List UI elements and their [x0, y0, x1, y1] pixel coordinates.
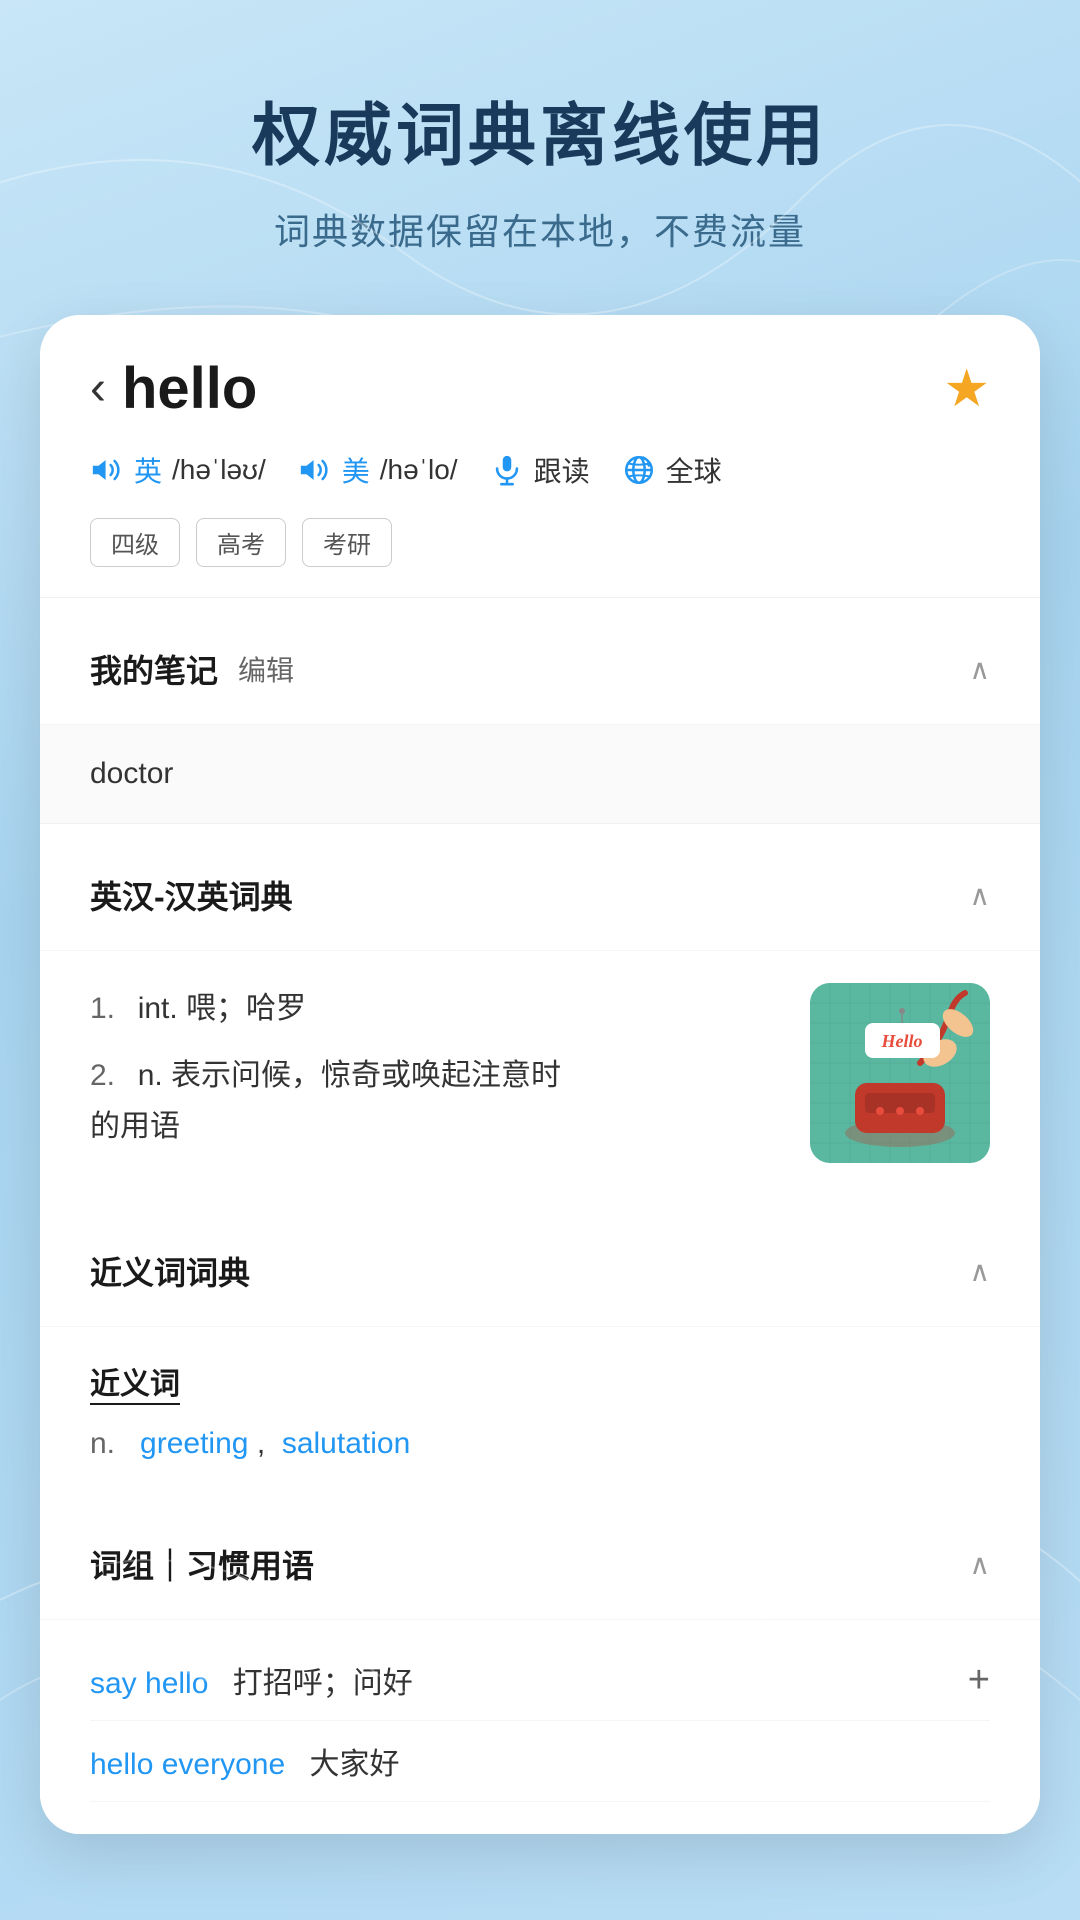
notes-chevron-icon: ∧ — [970, 653, 991, 686]
synonym-title: 近义词词典 — [90, 1248, 250, 1294]
word-title-row: ‹ hello ★ — [90, 355, 990, 422]
pronunciation-row: 英 /həˈləʊ/ 美 /həˈlo/ — [90, 450, 990, 490]
us-phonetic: /həˈlo/ — [380, 454, 458, 486]
dict-def-1: int. 喂；哈罗 — [138, 992, 306, 1025]
globe-icon — [622, 453, 656, 487]
phrase-en-2[interactable]: hello everyone — [90, 1748, 285, 1781]
follow-read-label: 跟读 — [534, 450, 590, 490]
word-header: ‹ hello ★ 英 /həˈləʊ/ — [40, 315, 1040, 598]
global-label: 全球 — [666, 450, 722, 490]
back-button[interactable]: ‹ — [90, 365, 106, 413]
dict-content: 1. int. 喂；哈罗 2. n. 表示问候，惊奇或唤起注意时的用语 — [40, 951, 1040, 1200]
en-zh-chevron-icon: ∧ — [970, 879, 991, 912]
phrase-en-1[interactable]: say hello — [90, 1667, 208, 1700]
en-zh-dict-section: 英汉-汉英词典 ∧ 1. int. 喂；哈罗 2. n. 表示问候，惊奇或唤起注… — [40, 840, 1040, 1200]
notes-edit-button[interactable]: 编辑 — [238, 649, 294, 689]
uk-label: 英 — [134, 450, 162, 490]
synonym-comma: , — [257, 1427, 274, 1460]
uk-speaker-icon — [90, 453, 124, 487]
notes-text: doctor — [90, 757, 173, 790]
dict-num-1: 1. — [90, 992, 123, 1025]
synonym-chevron-icon: ∧ — [970, 1255, 991, 1288]
uk-phonetic: /həˈləʊ/ — [172, 454, 266, 486]
synonym-section-label: 近义词 — [90, 1359, 180, 1405]
dict-item-2: 2. n. 表示问候，惊奇或唤起注意时的用语 — [90, 1050, 780, 1152]
follow-read-button[interactable]: 跟读 — [490, 450, 590, 490]
phrase-zh-1: 打招呼；问好 — [233, 1667, 413, 1700]
word-heading: hello — [122, 355, 257, 422]
phrase-add-1[interactable]: + — [968, 1659, 990, 1702]
tag-cet4: 四级 — [90, 518, 180, 567]
phrases-section-header[interactable]: 词组｜习惯用语 ∧ — [40, 1509, 1040, 1620]
tag-gaokao: 高考 — [196, 518, 286, 567]
phrases-content: say hello 打招呼；问好 + hello everyone 大家好 — [40, 1620, 1040, 1834]
uk-pronunciation[interactable]: 英 /həˈləʊ/ — [90, 450, 266, 490]
notes-content: doctor — [40, 725, 1040, 824]
synonym-word-1[interactable]: greeting — [140, 1427, 248, 1460]
phrase-item-1: say hello 打招呼；问好 + — [90, 1640, 990, 1721]
notes-section-header[interactable]: 我的笔记 编辑 ∧ — [40, 614, 1040, 725]
synonym-pos: n. — [90, 1427, 132, 1460]
phrase-item-2: hello everyone 大家好 — [90, 1721, 990, 1802]
dict-definitions: 1. int. 喂；哈罗 2. n. 表示问候，惊奇或唤起注意时的用语 — [90, 983, 780, 1168]
top-section: 权威词典离线使用 词典数据保留在本地，不费流量 — [0, 0, 1080, 315]
favorite-button[interactable]: ★ — [943, 359, 990, 419]
dict-num-2: 2. — [90, 1059, 123, 1092]
dict-def-2: n. 表示问候，惊奇或唤起注意时的用语 — [90, 1059, 561, 1143]
microphone-icon — [490, 453, 524, 487]
hello-illustration: Hello — [810, 983, 990, 1163]
main-title: 权威词典离线使用 — [40, 80, 1040, 179]
en-zh-dict-title: 英汉-汉英词典 — [90, 872, 293, 918]
en-zh-dict-header[interactable]: 英汉-汉英词典 ∧ — [40, 840, 1040, 951]
us-speaker-icon — [298, 453, 332, 487]
synonym-section-header[interactable]: 近义词词典 ∧ — [40, 1216, 1040, 1327]
notes-section: 我的笔记 编辑 ∧ doctor — [40, 614, 1040, 824]
synonym-section: 近义词词典 ∧ 近义词 n. greeting , salutation — [40, 1216, 1040, 1493]
hello-image: Hello — [810, 983, 990, 1163]
global-button[interactable]: 全球 — [622, 450, 722, 490]
synonym-entry-1: n. greeting , salutation — [90, 1427, 990, 1461]
phrases-title: 词组｜习惯用语 — [90, 1541, 314, 1587]
synonym-content: 近义词 n. greeting , salutation — [40, 1327, 1040, 1493]
phrase-zh-2: 大家好 — [309, 1748, 399, 1781]
notes-title-wrap: 我的笔记 编辑 — [90, 646, 294, 692]
notes-title: 我的笔记 — [90, 646, 218, 692]
phrase-text-2: hello everyone 大家好 — [90, 1739, 399, 1783]
dict-item-1: 1. int. 喂；哈罗 — [90, 983, 780, 1034]
phrase-text-1: say hello 打招呼；问好 — [90, 1658, 413, 1702]
dictionary-card: ‹ hello ★ 英 /həˈləʊ/ — [40, 315, 1040, 1834]
phrases-section: 词组｜习惯用语 ∧ say hello 打招呼；问好 + hello every… — [40, 1509, 1040, 1834]
us-pronunciation[interactable]: 美 /həˈlo/ — [298, 450, 458, 490]
svg-text:Hello: Hello — [881, 1031, 923, 1051]
us-label: 美 — [342, 450, 370, 490]
synonym-word-2[interactable]: salutation — [282, 1427, 410, 1460]
phrases-chevron-icon: ∧ — [970, 1548, 991, 1581]
sub-title: 词典数据保留在本地，不费流量 — [40, 203, 1040, 255]
word-nav: ‹ hello — [90, 355, 257, 422]
tag-kaoyan: 考研 — [302, 518, 392, 567]
exam-tags: 四级 高考 考研 — [90, 518, 990, 567]
